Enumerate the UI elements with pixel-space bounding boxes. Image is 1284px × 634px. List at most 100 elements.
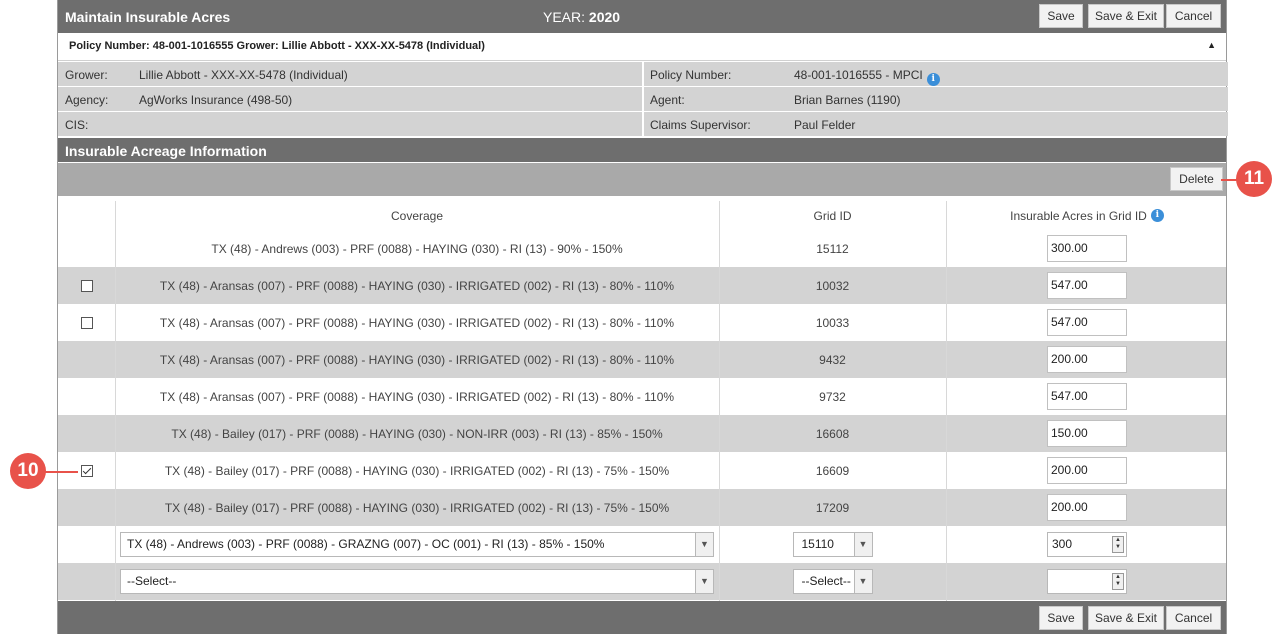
table-row: TX (48) - Bailey (017) - PRF (0088) - HA…	[58, 489, 1226, 526]
row-select-checkbox[interactable]	[80, 316, 93, 329]
acres-cell: ▲ ▼	[946, 563, 1228, 600]
agency-value: AgWorks Insurance (498-50)	[139, 93, 293, 107]
coverage-cell: TX (48) - Bailey (017) - PRF (0088) - HA…	[171, 426, 663, 441]
delete-button[interactable]: Delete	[1170, 167, 1223, 191]
coverage-cell: --Select-- ▼	[115, 563, 719, 600]
claims-supervisor-value: Paul Felder	[794, 118, 856, 132]
coverage-cell: TX (48) - Andrews (003) - PRF (0088) - H…	[211, 241, 623, 256]
select-cell	[58, 341, 115, 378]
policy-summary-bar[interactable]: Policy Number: 48-001-1016555 Grower: Li…	[58, 33, 1226, 61]
acres-input[interactable]: 547.00	[1047, 383, 1127, 410]
select-cell	[58, 563, 115, 600]
select-cell	[58, 415, 115, 452]
acres-cell: 150.00	[946, 415, 1228, 452]
footer-bar: Save Save & Exit Cancel	[58, 601, 1226, 634]
acres-header-label: Insurable Acres in Grid ID	[1010, 209, 1147, 223]
chevron-down-icon[interactable]: ▼	[695, 570, 713, 593]
acres-cell: 200.00	[946, 341, 1228, 378]
coverage-select-value: --Select--	[127, 574, 177, 588]
info-policy-row: Policy Number: 48-001-1016555 - MPCI i	[644, 62, 1228, 86]
title-bar: Maintain Insurable Acres YEAR: 2020 Save…	[58, 0, 1226, 33]
column-divider	[719, 201, 720, 601]
grid-id-cell: 15112	[816, 241, 849, 256]
year-label: YEAR:	[543, 9, 586, 25]
acres-input[interactable]: 200.00	[1047, 494, 1127, 521]
acres-input[interactable]: 547.00	[1047, 272, 1127, 299]
acres-input[interactable]: 200.00	[1047, 457, 1127, 484]
select-cell	[58, 526, 115, 563]
coverage-select[interactable]: --Select-- ▼	[120, 569, 714, 594]
cis-label: CIS:	[65, 118, 89, 132]
coverage-cell: TX (48) - Bailey (017) - PRF (0088) - HA…	[164, 500, 670, 515]
acres-input[interactable]: 300.00	[1047, 235, 1127, 262]
coverage-select-value: TX (48) - Andrews (003) - PRF (0088) - G…	[127, 537, 605, 551]
spinner-icon[interactable]: ▲ ▼	[1112, 573, 1124, 590]
table-row: TX (48) - Bailey (017) - PRF (0088) - HA…	[58, 415, 1226, 452]
chevron-down-icon[interactable]: ▼	[853, 570, 872, 593]
grid-id-cell: 16608	[815, 426, 850, 441]
info-icon[interactable]: i	[926, 73, 940, 86]
grid-id-cell: 9732	[819, 389, 846, 404]
collapse-caret-icon[interactable]: ▲	[1207, 40, 1216, 50]
acres-cell: 300 ▲ ▼	[946, 526, 1228, 563]
acres-cell: 300.00	[946, 230, 1228, 267]
spinner-icon[interactable]: ▲ ▼	[1112, 536, 1124, 553]
coverage-cell: TX (48) - Andrews (003) - PRF (0088) - G…	[115, 526, 719, 563]
table-row: TX (48) - Aransas (007) - PRF (0088) - H…	[58, 267, 1226, 304]
grid-id-select-value: 15110	[801, 537, 834, 551]
table-row: TX (48) - Aransas (007) - PRF (0088) - H…	[58, 341, 1226, 378]
grid-id-select[interactable]: 15110 ▼	[792, 532, 873, 557]
coverage-cell: TX (48) - Aransas (007) - PRF (0088) - H…	[159, 278, 675, 293]
main-panel: Maintain Insurable Acres YEAR: 2020 Save…	[57, 0, 1228, 634]
chevron-down-icon[interactable]: ▼	[853, 533, 872, 556]
year-display: YEAR: 2020	[543, 9, 620, 25]
acres-input[interactable]: 547.00	[1047, 309, 1127, 336]
coverage-cell: TX (48) - Aransas (007) - PRF (0088) - H…	[159, 389, 675, 404]
save-button-bottom[interactable]: Save	[1039, 606, 1083, 630]
acres-input[interactable]: 150.00	[1047, 420, 1127, 447]
select-cell	[58, 304, 115, 341]
info-icon[interactable]: i	[1150, 209, 1164, 222]
agent-value: Brian Barnes (1190)	[794, 93, 901, 107]
save-exit-button-top[interactable]: Save & Exit	[1088, 4, 1164, 28]
agent-label: Agent:	[650, 93, 685, 107]
coverage-cell: TX (48) - Aransas (007) - PRF (0088) - H…	[159, 352, 675, 367]
new-entry-row: TX (48) - Andrews (003) - PRF (0088) - G…	[58, 526, 1226, 563]
grid-id-cell: 10033	[815, 315, 850, 330]
grower-value: Lillie Abbott - XXX-XX-5478 (Individual)	[139, 68, 348, 82]
cancel-button-bottom[interactable]: Cancel	[1166, 606, 1221, 630]
column-divider	[115, 201, 116, 601]
table-row: TX (48) - Aransas (007) - PRF (0088) - H…	[58, 378, 1226, 415]
year-value: 2020	[588, 9, 621, 25]
acres-cell: 200.00	[946, 452, 1228, 489]
chevron-down-icon[interactable]: ▼	[695, 533, 713, 556]
acres-cell: 547.00	[946, 267, 1228, 304]
cancel-button-top[interactable]: Cancel	[1166, 4, 1221, 28]
acres-cell: 200.00	[946, 489, 1228, 526]
acres-number-input[interactable]: ▲ ▼	[1047, 569, 1127, 594]
row-select-checkbox[interactable]	[80, 279, 93, 292]
policy-summary-text: Policy Number: 48-001-1016555 Grower: Li…	[69, 40, 485, 52]
table-row: TX (48) - Aransas (007) - PRF (0088) - H…	[58, 304, 1226, 341]
callout-connector	[44, 471, 78, 473]
info-claims-row: Claims Supervisor: Paul Felder	[644, 112, 1228, 136]
row-select-checkbox[interactable]	[80, 464, 93, 477]
acres-cell: 547.00	[946, 378, 1228, 415]
coverage-select[interactable]: TX (48) - Andrews (003) - PRF (0088) - G…	[120, 532, 714, 557]
grid-id-cell: 10032	[815, 278, 850, 293]
policy-number-label: Policy Number:	[650, 68, 732, 82]
grid-id-cell: 17209	[815, 500, 850, 515]
coverage-cell: TX (48) - Bailey (017) - PRF (0088) - HA…	[164, 463, 670, 478]
acres-number-input[interactable]: 300 ▲ ▼	[1047, 532, 1127, 557]
select-cell	[58, 230, 115, 267]
acres-input[interactable]: 200.00	[1047, 346, 1127, 373]
grid-id-cell: 9432	[819, 352, 846, 367]
info-cis-row: CIS:	[58, 112, 642, 136]
save-button-top[interactable]: Save	[1039, 4, 1083, 28]
save-exit-button-bottom[interactable]: Save & Exit	[1088, 606, 1164, 630]
acres-number-value: 300	[1052, 537, 1073, 551]
grid-id-select-value: --Select--	[801, 574, 851, 588]
grid-id-select[interactable]: --Select-- ▼	[792, 569, 873, 594]
select-cell	[58, 489, 115, 526]
page-title: Maintain Insurable Acres	[65, 9, 231, 25]
